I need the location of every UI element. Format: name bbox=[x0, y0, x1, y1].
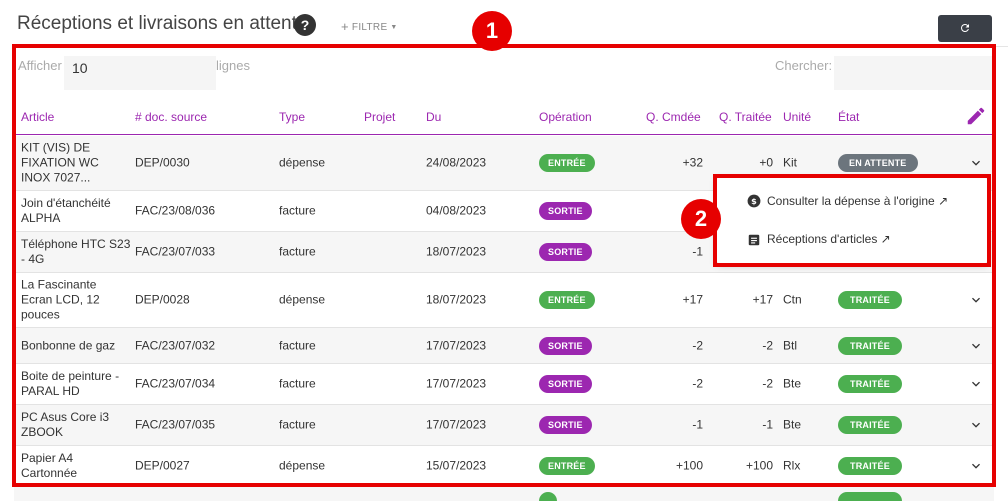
page-title: Réceptions et livraisons en attente bbox=[17, 13, 308, 34]
status-badge-partial bbox=[838, 492, 902, 501]
filter-button[interactable]: + FILTRE ▼ bbox=[341, 19, 398, 34]
help-icon[interactable]: ? bbox=[294, 14, 316, 36]
annotation-number-2: 2 bbox=[681, 199, 721, 239]
filter-label: FILTRE bbox=[351, 22, 388, 33]
refresh-icon bbox=[961, 23, 969, 32]
operation-badge-partial bbox=[539, 492, 557, 501]
table-row-partial bbox=[14, 486, 994, 501]
caret-down-icon: ▼ bbox=[390, 24, 398, 31]
annotation-box-2 bbox=[713, 174, 991, 267]
plus-icon: + bbox=[341, 19, 349, 34]
annotation-number-1: 1 bbox=[472, 11, 512, 51]
refresh-button[interactable] bbox=[938, 15, 992, 42]
